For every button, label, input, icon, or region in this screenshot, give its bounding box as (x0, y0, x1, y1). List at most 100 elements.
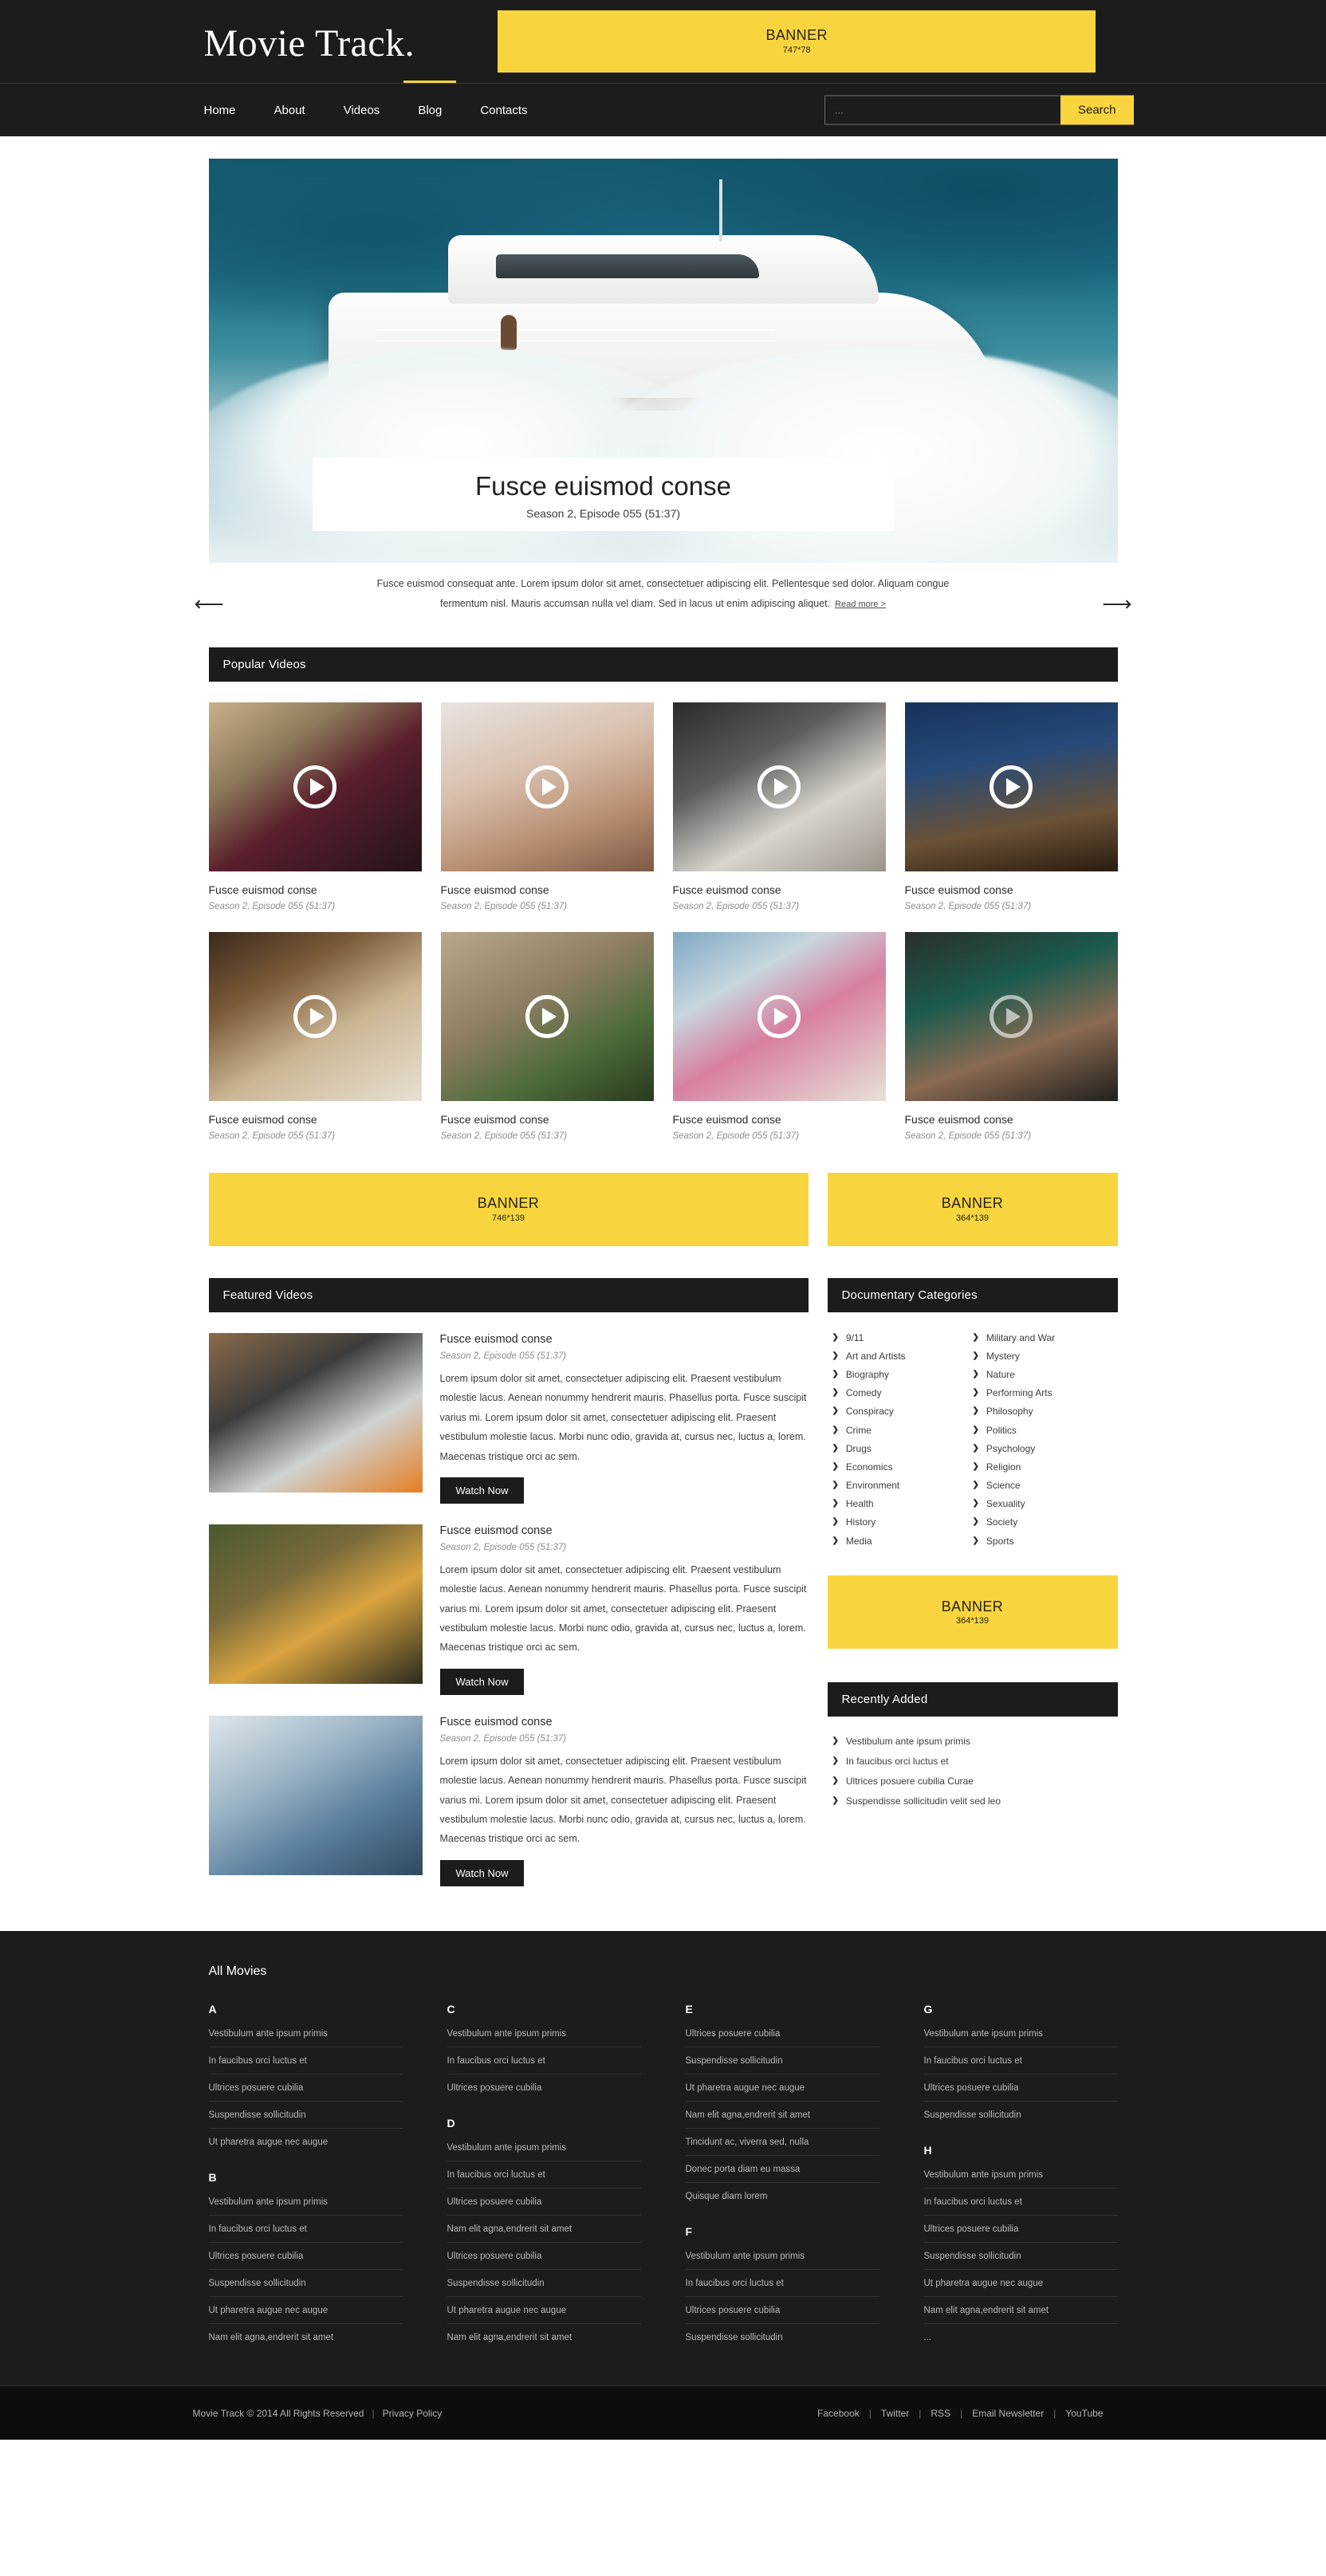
category-item[interactable]: ❯ Sports (973, 1532, 1113, 1550)
footer-link[interactable]: Nam elit agna,endrerit sit amet (923, 2297, 1118, 2324)
mid-banner-left[interactable]: BANNER 746*139 (208, 1173, 809, 1246)
footer-link[interactable]: Ultrices posuere cubilia (208, 2243, 403, 2270)
category-item[interactable]: ❯ Crime (832, 1421, 973, 1439)
nav-item-home[interactable]: Home (204, 104, 257, 117)
recent-item[interactable]: ❯ Vestibulum ante ipsum primis (832, 1731, 1113, 1751)
category-item[interactable]: ❯ Religion (973, 1457, 1113, 1476)
play-icon[interactable] (990, 765, 1033, 808)
sidebar-banner[interactable]: BANNER 364*139 (827, 1575, 1118, 1650)
footer-link[interactable]: Vestibulum ante ipsum primis (923, 2161, 1118, 2189)
footer-link[interactable]: Ultrices posuere cubilia (685, 2020, 879, 2047)
play-icon[interactable] (525, 995, 569, 1038)
category-item[interactable]: ❯ Environment (832, 1477, 973, 1495)
category-item[interactable]: ❯ Sexuality (973, 1495, 1113, 1513)
video-card[interactable]: Fusce euismod conse Season 2, Episode 05… (208, 702, 422, 911)
footer-link[interactable]: Vestibulum ante ipsum primis (447, 2134, 641, 2161)
social-link-twitter[interactable]: Twitter (881, 2408, 909, 2419)
recent-item[interactable]: ❯ In faucibus orci luctus et (832, 1751, 1113, 1771)
footer-link[interactable]: Nam elit agna,endrerit sit amet (209, 2324, 403, 2350)
nav-item-blog[interactable]: Blog (418, 104, 462, 117)
footer-link[interactable]: Suspendisse sollicitudin (685, 2047, 879, 2075)
footer-link[interactable]: Ut pharetra augue nec augue (447, 2297, 641, 2324)
footer-link[interactable]: Suspendisse sollicitudin (447, 2270, 641, 2297)
footer-link[interactable]: In faucibus orci luctus et (447, 2047, 641, 2075)
footer-link[interactable]: In faucibus orci luctus et (923, 2189, 1118, 2216)
nav-item-contacts[interactable]: Contacts (480, 104, 548, 117)
search-input[interactable] (824, 95, 1060, 125)
footer-link[interactable]: Suspendisse sollicitudin (208, 2102, 403, 2129)
footer-link[interactable]: Tincidunt ac, viverra sed, nulla (685, 2129, 879, 2156)
category-item[interactable]: ❯ Art and Artists (832, 1347, 973, 1365)
footer-link[interactable]: Vestibulum ante ipsum primis (923, 2020, 1118, 2047)
footer-link[interactable]: Suspendisse sollicitudin (208, 2270, 403, 2297)
footer-link[interactable]: Quisque diam lorem (686, 2183, 879, 2209)
play-icon[interactable] (525, 765, 569, 808)
video-card[interactable]: Fusce euismod conse Season 2, Episode 05… (440, 932, 654, 1141)
category-item[interactable]: ❯ Military and War (973, 1328, 1113, 1347)
category-item[interactable]: ❯ Politics (973, 1421, 1113, 1439)
nav-item-videos[interactable]: Videos (344, 104, 401, 117)
category-item[interactable]: ❯ Drugs (832, 1439, 973, 1457)
category-item[interactable]: ❯ Nature (973, 1365, 1113, 1383)
footer-link[interactable]: Nam elit agna,endrerit sit amet (447, 2216, 641, 2243)
video-thumbnail[interactable] (904, 932, 1118, 1101)
privacy-policy-link[interactable]: Privacy Policy (383, 2408, 443, 2419)
footer-link[interactable]: In faucibus orci luctus et (208, 2047, 403, 2075)
video-card[interactable]: Fusce euismod conse Season 2, Episode 05… (672, 702, 886, 911)
play-icon[interactable] (757, 995, 801, 1038)
category-item[interactable]: ❯ Health (832, 1495, 973, 1513)
footer-link[interactable]: Nam elit agna,endrerit sit amet (447, 2324, 641, 2350)
footer-link[interactable]: Ut pharetra augue nec augue (209, 2129, 403, 2155)
recent-item[interactable]: ❯ Ultrices posuere cubilia Curae (832, 1771, 1113, 1791)
footer-link[interactable]: Vestibulum ante ipsum primis (208, 2020, 403, 2047)
category-item[interactable]: ❯ Philosophy (973, 1402, 1113, 1421)
footer-link[interactable]: Ultrices posuere cubilia (447, 2075, 641, 2101)
footer-link[interactable]: Ultrices posuere cubilia (923, 2075, 1118, 2102)
category-item[interactable]: ❯ Biography (832, 1365, 973, 1383)
category-item[interactable]: ❯ Media (832, 1532, 973, 1550)
social-link-rss[interactable]: RSS (931, 2408, 950, 2419)
category-item[interactable]: ❯ Comedy (832, 1384, 973, 1402)
footer-link[interactable]: Vestibulum ante ipsum primis (447, 2020, 641, 2047)
play-icon[interactable] (293, 995, 336, 1038)
footer-link[interactable]: ... (924, 2324, 1118, 2350)
video-thumbnail[interactable] (440, 932, 654, 1101)
search-button[interactable]: Search (1060, 95, 1134, 125)
video-card[interactable]: Fusce euismod conse Season 2, Episode 05… (904, 702, 1118, 911)
footer-link[interactable]: In faucibus orci luctus et (685, 2270, 879, 2297)
category-item[interactable]: ❯ History (832, 1513, 973, 1532)
video-card[interactable]: Fusce euismod conse Season 2, Episode 05… (208, 932, 422, 1141)
footer-link[interactable]: Vestibulum ante ipsum primis (208, 2189, 403, 2216)
video-thumbnail[interactable] (440, 702, 654, 871)
footer-link[interactable]: Ultrices posuere cubilia (447, 2189, 641, 2216)
featured-thumbnail[interactable] (208, 1333, 423, 1493)
footer-link[interactable]: Suspendisse sollicitudin (923, 2243, 1118, 2270)
watch-now-button[interactable]: Watch Now (439, 1668, 525, 1695)
video-card[interactable]: Fusce euismod conse Season 2, Episode 05… (440, 702, 654, 911)
footer-link[interactable]: Ultrices posuere cubilia (447, 2243, 641, 2270)
category-item[interactable]: ❯ Performing Arts (973, 1384, 1113, 1402)
footer-link[interactable]: Donec porta diam eu massa (685, 2156, 879, 2183)
footer-link[interactable]: Ultrices posuere cubilia (685, 2297, 879, 2324)
footer-link[interactable]: In faucibus orci luctus et (208, 2216, 403, 2243)
video-thumbnail[interactable] (672, 702, 886, 871)
featured-thumbnail[interactable] (208, 1524, 423, 1684)
video-card[interactable]: Fusce euismod conse Season 2, Episode 05… (672, 932, 886, 1141)
video-thumbnail[interactable] (672, 932, 886, 1101)
video-card[interactable]: Fusce euismod conse Season 2, Episode 05… (904, 932, 1118, 1141)
category-item[interactable]: ❯ Mystery (973, 1347, 1113, 1365)
footer-link[interactable]: Ultrices posuere cubilia (208, 2075, 403, 2102)
hero-read-more-link[interactable]: Read more > (835, 600, 886, 609)
footer-link[interactable]: Ut pharetra augue nec augue (923, 2270, 1118, 2297)
social-link-facebook[interactable]: Facebook (817, 2408, 860, 2419)
footer-link[interactable]: Nam elit agna,endrerit sit amet (685, 2102, 879, 2129)
social-link-youtube[interactable]: YouTube (1065, 2408, 1103, 2419)
mid-banner-right[interactable]: BANNER 364*139 (827, 1173, 1118, 1246)
site-logo[interactable]: Movie Track. (193, 20, 415, 63)
play-icon[interactable] (990, 995, 1033, 1038)
footer-link[interactable]: Vestibulum ante ipsum primis (685, 2243, 879, 2270)
play-icon[interactable] (293, 765, 336, 808)
footer-link[interactable]: In faucibus orci luctus et (923, 2047, 1118, 2075)
category-item[interactable]: ❯ Science (973, 1477, 1113, 1495)
footer-link[interactable]: Suspendisse sollicitudin (686, 2324, 879, 2350)
